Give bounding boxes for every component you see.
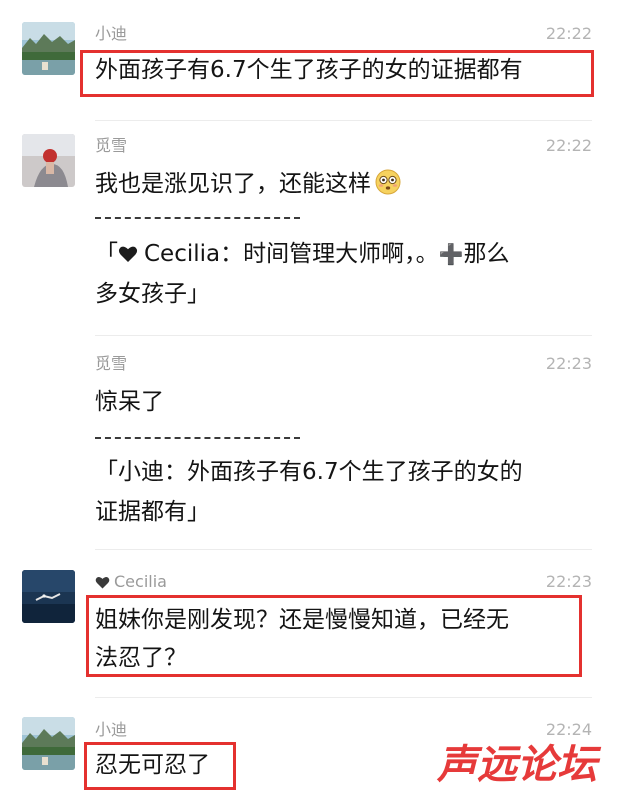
sender-name: 小迪: [95, 24, 128, 43]
highlight-box: [84, 742, 236, 790]
portrait-avatar-icon[interactable]: [22, 134, 75, 187]
quote-text-line-1: 「 Cecilia：时间管理大师啊，。➕那么: [95, 237, 510, 274]
black-heart-icon: [118, 240, 138, 274]
message-time: 22:22: [545, 24, 592, 43]
quote-divider: [95, 217, 300, 219]
message-time: 22:23: [545, 354, 592, 373]
quote-author-and-text: Cecilia：时间管理大师啊，。: [144, 241, 439, 267]
highlight-box: [86, 595, 582, 677]
message-divider: [95, 549, 592, 550]
sender-name-line: Cecilia: [95, 572, 167, 595]
sender-name: Cecilia: [114, 572, 167, 591]
quote-text-line-2: 证据都有」: [95, 499, 210, 525]
message-text-line: 我也是涨见识了，还能这样: [95, 167, 401, 201]
message-divider: [95, 697, 592, 698]
forum-watermark: 声远论坛: [437, 742, 597, 788]
highlight-box: [80, 50, 594, 97]
message-divider: [95, 120, 592, 121]
plus-icon: ➕: [438, 242, 464, 266]
landscape-avatar-icon[interactable]: [22, 717, 75, 770]
sender-name: 小迪: [95, 720, 128, 739]
message-time: 22:22: [545, 136, 592, 155]
quote-divider: [95, 437, 300, 439]
message-time: 22:23: [545, 572, 592, 591]
quote-bracket: 「: [95, 241, 118, 267]
flushed-face-emoji-icon: [375, 169, 401, 195]
ocean-avatar-icon[interactable]: [22, 570, 75, 623]
sender-name: 觅雪: [95, 354, 128, 373]
sender-name: 觅雪: [95, 136, 128, 155]
quote-text-tail: 那么: [463, 241, 510, 267]
quote-text-line-2: 多女孩子」: [95, 281, 210, 307]
quote-text-line-1: 「小迪：外面孩子有6.7个生了孩子的女的: [95, 459, 523, 485]
landscape-avatar-icon[interactable]: [22, 22, 75, 75]
message-text: 我也是涨见识了，还能这样: [95, 171, 371, 197]
message-time: 22:24: [545, 720, 592, 739]
black-heart-icon: [95, 575, 110, 595]
message-divider: [95, 335, 592, 336]
message-text: 惊呆了: [95, 389, 164, 415]
